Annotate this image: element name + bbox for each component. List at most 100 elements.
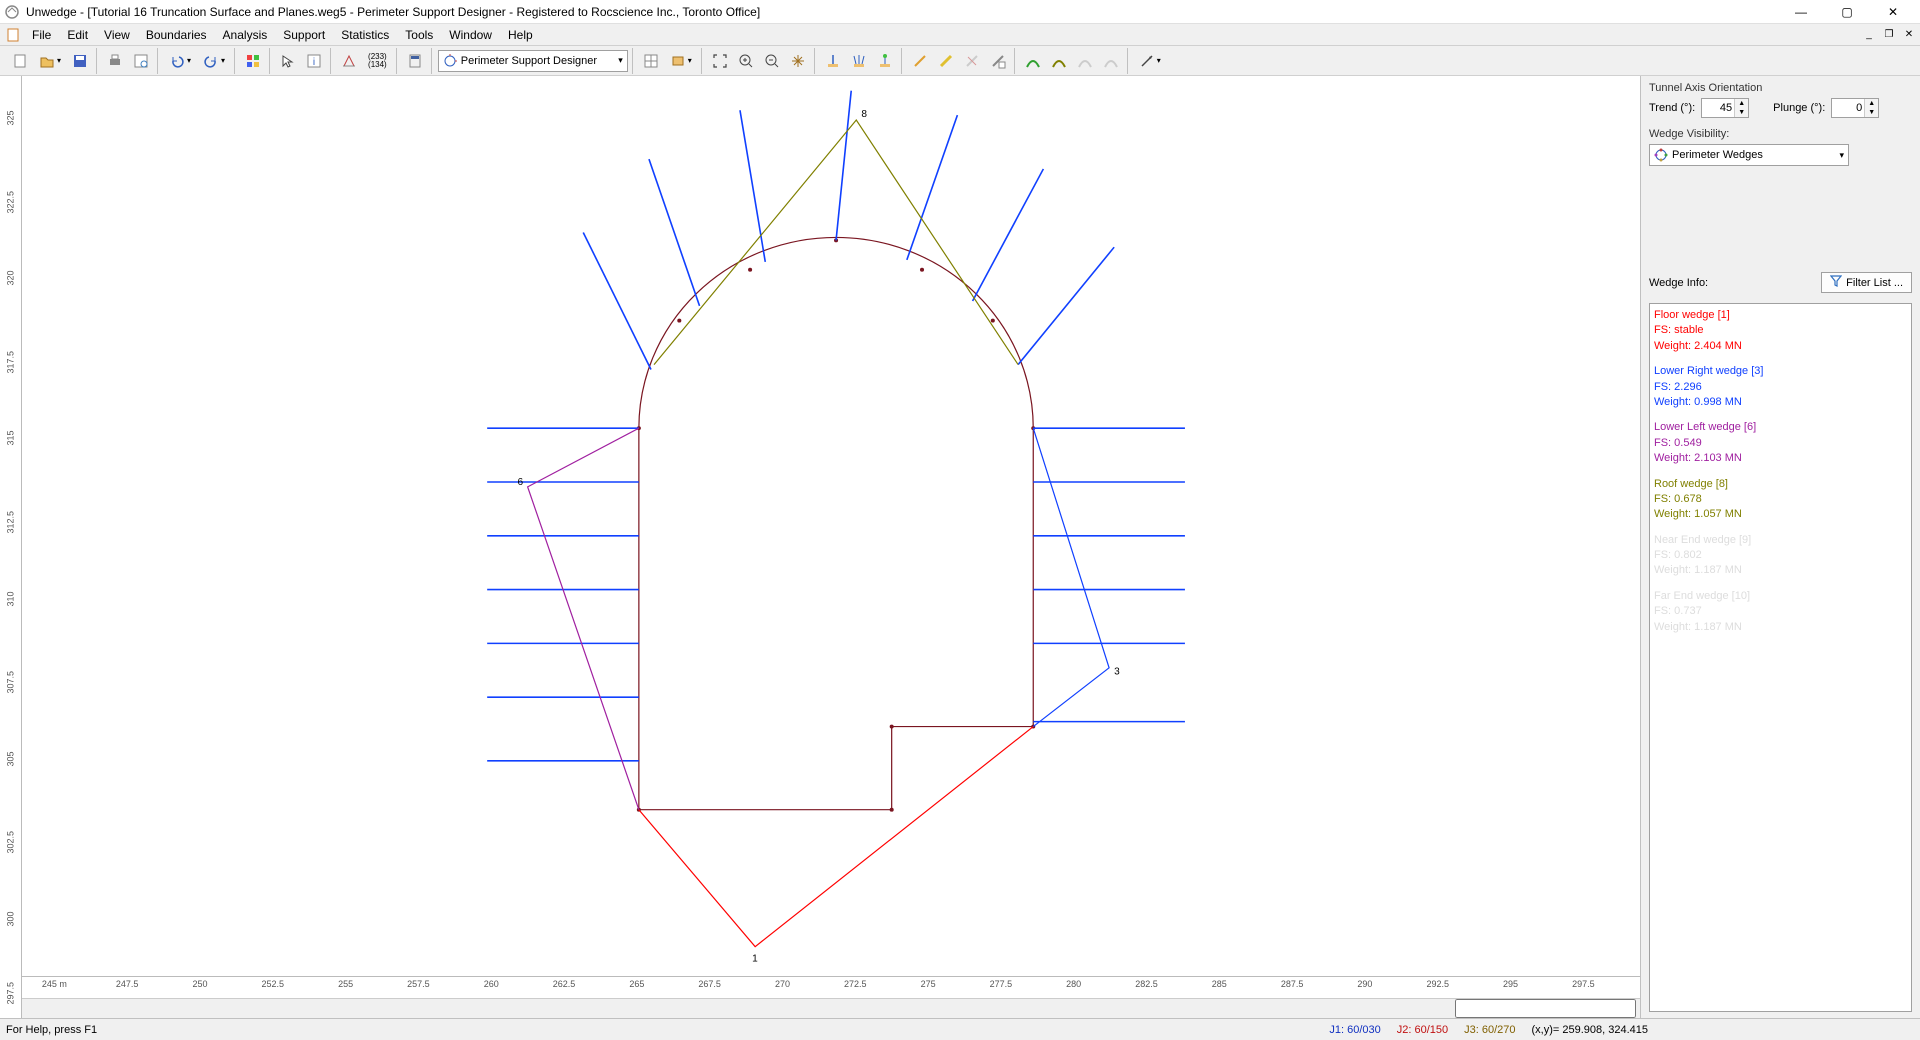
menu-edit[interactable]: Edit [59, 26, 96, 44]
visibility-combo[interactable]: Perimeter Wedges ▾ [1649, 144, 1849, 166]
add-bolt-button[interactable] [821, 49, 845, 73]
tunnel-axis-title: Tunnel Axis Orientation [1649, 82, 1912, 94]
main-area: 297.5 300 302.5 305 307.5 310 312.5 315 … [0, 76, 1920, 1018]
add-bolt-pattern-button[interactable] [847, 49, 871, 73]
svg-text:i: i [313, 57, 315, 68]
status-xy: (x,y)= 259.908, 324.415 [1532, 1024, 1649, 1036]
window-title: Unwedge - [Tutorial 16 Truncation Surfac… [26, 5, 1778, 19]
menu-boundaries[interactable]: Boundaries [138, 26, 215, 44]
edit-bolt-button[interactable] [908, 49, 932, 73]
trend-spinbox[interactable]: ▲▼ [1701, 98, 1749, 118]
save-button[interactable] [68, 49, 92, 73]
status-j1: J1: 60/030 [1329, 1024, 1380, 1036]
wedge-info-item[interactable]: Floor wedge [1]FS: stableWeight: 2.404 M… [1654, 308, 1907, 354]
add-spot-bolt-button[interactable] [873, 49, 897, 73]
print-button[interactable] [103, 49, 127, 73]
trend-input[interactable] [1702, 102, 1734, 114]
title-bar: Unwedge - [Tutorial 16 Truncation Surfac… [0, 0, 1920, 24]
doc-icon [6, 28, 20, 42]
filter-list-button[interactable]: Filter List ... [1821, 272, 1912, 293]
visibility-title: Wedge Visibility: [1649, 128, 1912, 140]
trend-label: Trend (°): [1649, 102, 1695, 114]
print-preview-button[interactable] [129, 49, 153, 73]
spin-down-icon[interactable]: ▼ [1734, 108, 1748, 117]
menu-analysis[interactable]: Analysis [215, 26, 276, 44]
ruler-vertical: 297.5 300 302.5 305 307.5 310 312.5 315 … [0, 76, 22, 1018]
side-panel: Tunnel Axis Orientation Trend (°): ▲▼ Pl… [1640, 76, 1920, 1018]
edit-bolt-highlight-button[interactable] [934, 49, 958, 73]
status-bar: For Help, press F1 J1: 60/030 J2: 60/150… [0, 1018, 1920, 1040]
chevron-down-icon: ▾ [1839, 150, 1844, 161]
calculator-button[interactable] [403, 49, 427, 73]
app-icon [4, 4, 20, 20]
spin-up-icon[interactable]: ▲ [1734, 99, 1748, 108]
close-button[interactable]: ✕ [1870, 0, 1916, 24]
grid-toggle-button[interactable] [639, 49, 663, 73]
plunge-label: Plunge (°): [1773, 102, 1825, 114]
svg-text:3: 3 [1114, 667, 1120, 678]
zoom-extents-button[interactable] [708, 49, 732, 73]
svg-text:1: 1 [752, 953, 758, 964]
zoom-in-button[interactable] [734, 49, 758, 73]
view-selector[interactable]: Perimeter Support Designer ▾ [438, 50, 628, 72]
open-button[interactable]: ▾ [34, 49, 66, 73]
menu-view[interactable]: View [96, 26, 138, 44]
filter-icon [1830, 275, 1842, 290]
shotcrete-props-button[interactable] [1099, 49, 1123, 73]
wedge-info-list[interactable]: Floor wedge [1]FS: stableWeight: 2.404 M… [1649, 303, 1912, 1012]
mdi-close-button[interactable]: ✕ [1900, 26, 1918, 42]
status-help: For Help, press F1 [6, 1024, 1313, 1036]
menu-tools[interactable]: Tools [397, 26, 441, 44]
svg-text:6: 6 [518, 477, 524, 488]
wedge-info-item[interactable]: Lower Right wedge [3]FS: 2.296Weight: 0.… [1654, 364, 1907, 410]
view-selector-label: Perimeter Support Designer [461, 55, 597, 67]
display-options-button[interactable] [241, 49, 265, 73]
toolbar: ▾ ▾ ▾ i (233) (134) Perimeter Support De… [0, 46, 1920, 76]
snap-button[interactable]: ▾ [665, 49, 697, 73]
maximize-button[interactable]: ▢ [1824, 0, 1870, 24]
perimeter-icon [1654, 148, 1668, 162]
spin-up-icon[interactable]: ▲ [1864, 99, 1878, 108]
menu-file[interactable]: File [24, 26, 59, 44]
spin-down-icon[interactable]: ▼ [1864, 108, 1878, 117]
wedge-info-item[interactable]: Lower Left wedge [6]FS: 0.549Weight: 2.1… [1654, 420, 1907, 466]
command-input[interactable] [1455, 999, 1636, 1018]
status-j2: J2: 60/150 [1397, 1024, 1448, 1036]
svg-text:8: 8 [861, 109, 867, 120]
menu-support[interactable]: Support [275, 26, 333, 44]
select-button[interactable] [276, 49, 300, 73]
menu-window[interactable]: Window [441, 26, 500, 44]
wedge-info-item[interactable]: Far End wedge [10]FS: 0.737Weight: 1.187… [1654, 589, 1907, 635]
ruler-horizontal: 245 m 247.5 250 252.5 255 257.5 260 262.… [22, 976, 1640, 998]
mdi-restore-button[interactable]: ❐ [1880, 26, 1898, 42]
pan-button[interactable] [786, 49, 810, 73]
edit-shotcrete-button[interactable] [1047, 49, 1071, 73]
perimeter-icon [443, 54, 457, 68]
status-j3: J3: 60/270 [1464, 1024, 1515, 1036]
plunge-input[interactable] [1832, 102, 1864, 114]
bolt-properties-button[interactable] [986, 49, 1010, 73]
wedge-info-title: Wedge Info: [1649, 277, 1708, 289]
zoom-out-button[interactable] [760, 49, 784, 73]
delete-bolt-button[interactable] [960, 49, 984, 73]
menu-statistics[interactable]: Statistics [333, 26, 397, 44]
canvas-wrap: 297.5 300 302.5 305 307.5 310 312.5 315 … [0, 76, 1640, 1018]
mdi-minimize-button[interactable]: _ [1860, 26, 1878, 42]
minimize-button[interactable]: — [1778, 0, 1824, 24]
delete-shotcrete-button[interactable] [1073, 49, 1097, 73]
wedge-info-item[interactable]: Roof wedge [8]FS: 0.678Weight: 1.057 MN [1654, 477, 1907, 523]
plunge-spinbox[interactable]: ▲▼ [1831, 98, 1879, 118]
visibility-combo-label: Perimeter Wedges [1672, 149, 1763, 161]
menu-bar: File Edit View Boundaries Analysis Suppo… [0, 24, 1920, 46]
joint-orientations-button[interactable] [337, 49, 361, 73]
menu-help[interactable]: Help [500, 26, 541, 44]
info-viewer-button[interactable]: i [302, 49, 326, 73]
drawing-canvas[interactable]: 1 3 6 8 [22, 76, 1640, 976]
new-button[interactable] [8, 49, 32, 73]
undo-button[interactable]: ▾ [164, 49, 196, 73]
wedge-info-item[interactable]: Near End wedge [9]FS: 0.802Weight: 1.187… [1654, 533, 1907, 579]
add-shotcrete-button[interactable] [1021, 49, 1045, 73]
ruler-coords-button[interactable]: (233) (134) [363, 49, 392, 73]
pressure-button[interactable]: ▾ [1134, 49, 1166, 73]
redo-button[interactable]: ▾ [198, 49, 230, 73]
